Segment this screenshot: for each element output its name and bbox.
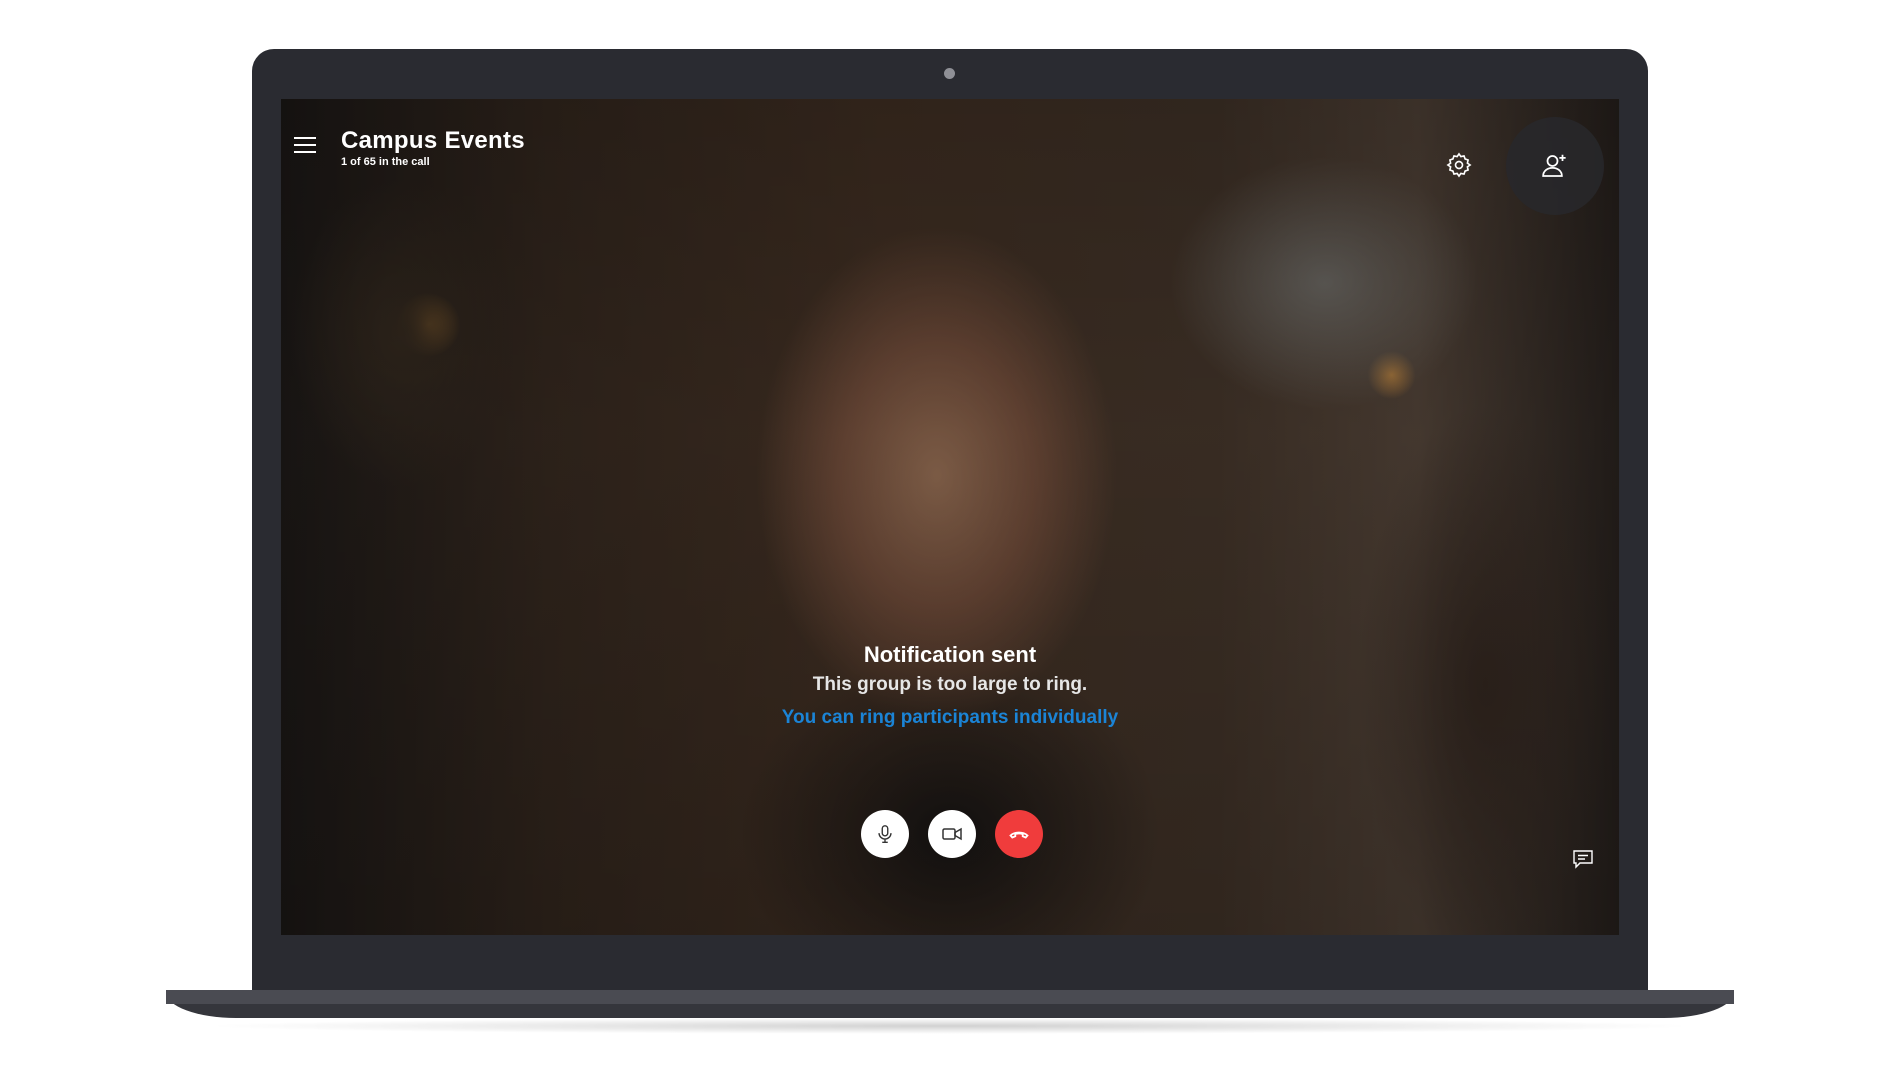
- ring-individually-link[interactable]: You can ring participants individually: [782, 704, 1118, 732]
- end-call-button[interactable]: [995, 810, 1043, 858]
- chat-bubble-icon[interactable]: [1571, 847, 1595, 871]
- microphone-icon: [878, 825, 892, 843]
- hang-up-icon: [1009, 831, 1029, 839]
- laptop-lid: Campus Events 1 of 65 in the call Notifi…: [252, 49, 1648, 990]
- call-header: Campus Events 1 of 65 in the call: [341, 127, 525, 169]
- laptop-base-edge: [166, 990, 1734, 1004]
- call-controls: [861, 810, 1051, 858]
- video-camera-icon: [942, 827, 962, 841]
- hamburger-menu-icon[interactable]: [294, 137, 316, 155]
- video-toggle-button[interactable]: [928, 810, 976, 858]
- participant-count: 1 of 65 in the call: [341, 156, 430, 168]
- add-participant-button[interactable]: [1506, 117, 1604, 215]
- call-title: Campus Events: [341, 127, 525, 154]
- notification-title: Notification sent: [863, 642, 1037, 667]
- gear-icon[interactable]: [1445, 151, 1473, 179]
- mute-button[interactable]: [861, 810, 909, 858]
- call-screen: Campus Events 1 of 65 in the call Notifi…: [281, 99, 1619, 935]
- webcam-dot: [944, 68, 955, 79]
- notification-panel: Notification sent This group is too larg…: [281, 641, 1619, 732]
- laptop-shadow: [200, 1018, 1700, 1034]
- notification-body: This group is too large to ring.: [812, 674, 1088, 695]
- add-person-icon: [1542, 154, 1566, 177]
